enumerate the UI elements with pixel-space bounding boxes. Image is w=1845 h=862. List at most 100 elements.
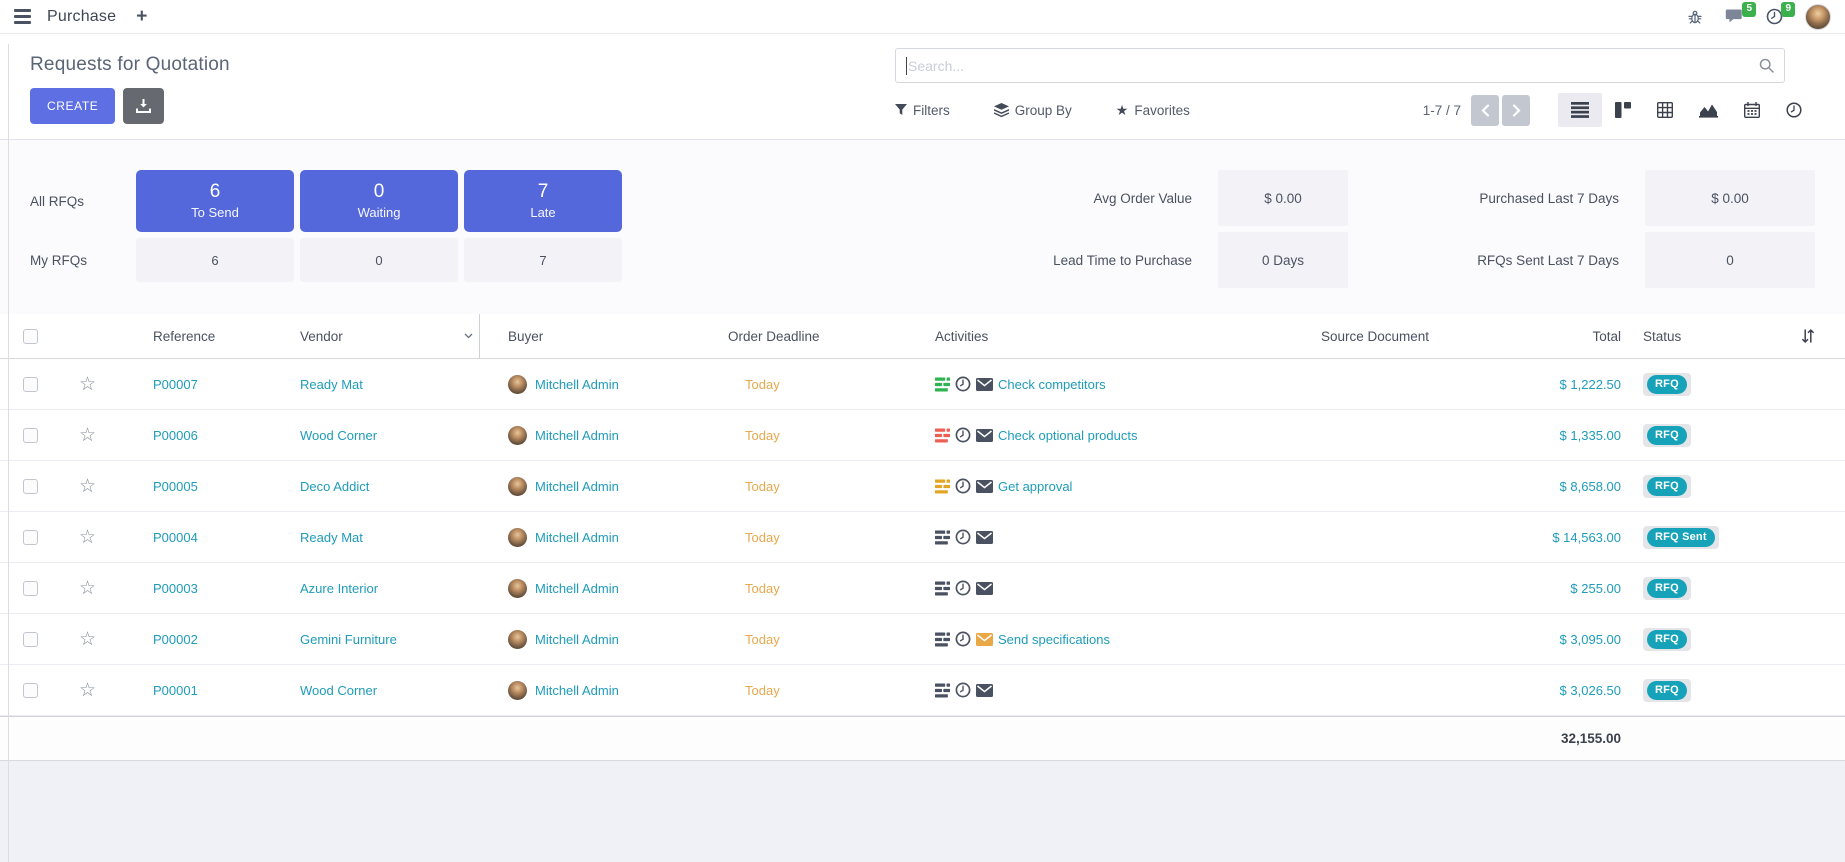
menu-icon[interactable] — [12, 7, 33, 26]
favorites-button[interactable]: ★ Favorites — [1116, 102, 1190, 119]
my-to-send-button[interactable]: 6 — [136, 238, 294, 282]
header-source-document[interactable]: Source Document — [1230, 329, 1520, 344]
late-button[interactable]: 7 Late — [464, 170, 622, 232]
order-deadline[interactable]: Today — [720, 581, 930, 596]
order-deadline[interactable]: Today — [720, 683, 930, 698]
to-send-button[interactable]: 6 To Send — [136, 170, 294, 232]
select-all-checkbox[interactable] — [23, 329, 38, 344]
table-row[interactable]: ☆ P00005 Deco Addict Mitchell Admin Toda… — [0, 461, 1845, 512]
row-checkbox[interactable] — [23, 581, 38, 596]
list-view-icon — [1571, 102, 1589, 118]
table-row[interactable]: ☆ P00002 Gemini Furniture Mitchell Admin… — [0, 614, 1845, 665]
table-row[interactable]: ☆ P00006 Wood Corner Mitchell Admin Toda… — [0, 410, 1845, 461]
vendor-link[interactable]: Wood Corner — [295, 683, 480, 698]
reference-link[interactable]: P00006 — [115, 428, 295, 443]
search-input[interactable] — [896, 49, 1784, 82]
favorite-star-icon[interactable]: ☆ — [79, 477, 96, 496]
reference-link[interactable]: P00005 — [115, 479, 295, 494]
kanban-view-button[interactable] — [1602, 93, 1644, 127]
activity-cell[interactable] — [930, 682, 1230, 698]
vendor-link[interactable]: Deco Addict — [295, 479, 480, 494]
order-deadline[interactable]: Today — [720, 428, 930, 443]
calendar-view-button[interactable] — [1731, 93, 1773, 127]
all-rfqs-filter[interactable]: All RFQs — [30, 170, 130, 232]
activity-cell[interactable]: Check competitors — [930, 376, 1230, 392]
reference-link[interactable]: P00001 — [115, 683, 295, 698]
row-checkbox[interactable] — [23, 377, 38, 392]
header-order-deadline[interactable]: Order Deadline — [720, 329, 930, 344]
export-button[interactable] — [123, 88, 164, 124]
add-icon[interactable]: + — [136, 7, 147, 26]
reference-link[interactable]: P00002 — [115, 632, 295, 647]
pager-previous-button[interactable] — [1471, 95, 1499, 126]
create-button[interactable]: CREATE — [30, 88, 115, 124]
vendor-link[interactable]: Wood Corner — [295, 428, 480, 443]
table-row[interactable]: ☆ P00007 Ready Mat Mitchell Admin Today — [0, 359, 1845, 410]
order-deadline[interactable]: Today — [720, 632, 930, 647]
header-buyer[interactable]: Buyer — [480, 329, 720, 344]
order-deadline[interactable]: Today — [720, 530, 930, 545]
vendor-link[interactable]: Gemini Furniture — [295, 632, 480, 647]
rfq-list: Reference Vendor Buyer Order Deadline Ac… — [0, 314, 1845, 761]
activities-clock-icon[interactable]: 9 — [1766, 8, 1783, 25]
header-reference[interactable]: Reference — [115, 329, 295, 344]
my-rfqs-filter[interactable]: My RFQs — [30, 238, 130, 282]
header-vendor[interactable]: Vendor — [295, 314, 480, 358]
buyer-cell[interactable]: Mitchell Admin — [480, 681, 720, 700]
user-avatar[interactable] — [1805, 4, 1831, 30]
activity-cell[interactable] — [930, 529, 1230, 545]
favorite-star-icon[interactable]: ☆ — [79, 681, 96, 700]
messages-icon[interactable]: 5 — [1725, 8, 1744, 25]
optional-columns-button[interactable] — [1770, 328, 1845, 344]
header-activities[interactable]: Activities — [930, 329, 1230, 344]
buyer-cell[interactable]: Mitchell Admin — [480, 426, 720, 445]
buyer-cell[interactable]: Mitchell Admin — [480, 630, 720, 649]
order-deadline[interactable]: Today — [720, 377, 930, 392]
favorite-star-icon[interactable]: ☆ — [79, 426, 96, 445]
table-row[interactable]: ☆ P00003 Azure Interior Mitchell Admin T… — [0, 563, 1845, 614]
pivot-view-button[interactable] — [1644, 93, 1686, 127]
activity-cell[interactable]: Send specifications — [930, 631, 1230, 647]
activity-cell[interactable]: Check optional products — [930, 427, 1230, 443]
reference-link[interactable]: P00007 — [115, 377, 295, 392]
vendor-link[interactable]: Ready Mat — [295, 530, 480, 545]
filters-button[interactable]: Filters — [895, 103, 950, 118]
list-view-button[interactable] — [1558, 93, 1602, 127]
activity-cell[interactable]: Get approval — [930, 478, 1230, 494]
app-name[interactable]: Purchase — [47, 8, 116, 26]
envelope-icon — [976, 480, 993, 493]
vendor-link[interactable]: Azure Interior — [295, 581, 480, 596]
row-checkbox[interactable] — [23, 530, 38, 545]
row-checkbox[interactable] — [23, 428, 38, 443]
debug-icon[interactable] — [1687, 9, 1703, 25]
my-waiting-button[interactable]: 0 — [300, 238, 458, 282]
vendor-link[interactable]: Ready Mat — [295, 377, 480, 392]
favorite-star-icon[interactable]: ☆ — [79, 630, 96, 649]
header-status[interactable]: Status — [1630, 329, 1770, 344]
activity-cell[interactable] — [930, 580, 1230, 596]
pager-next-button[interactable] — [1502, 95, 1530, 126]
favorite-star-icon[interactable]: ☆ — [79, 375, 96, 394]
search-icon[interactable] — [1759, 58, 1774, 73]
reference-link[interactable]: P00003 — [115, 581, 295, 596]
my-late-button[interactable]: 7 — [464, 238, 622, 282]
table-row[interactable]: ☆ P00001 Wood Corner Mitchell Admin Toda… — [0, 665, 1845, 716]
graph-view-button[interactable] — [1686, 94, 1731, 127]
group-by-button[interactable]: Group By — [994, 103, 1072, 118]
filter-funnel-icon — [895, 104, 907, 116]
row-checkbox[interactable] — [23, 479, 38, 494]
buyer-cell[interactable]: Mitchell Admin — [480, 375, 720, 394]
header-total[interactable]: Total — [1520, 329, 1630, 344]
row-checkbox[interactable] — [23, 683, 38, 698]
buyer-cell[interactable]: Mitchell Admin — [480, 579, 720, 598]
activity-view-button[interactable] — [1773, 93, 1815, 127]
order-deadline[interactable]: Today — [720, 479, 930, 494]
table-row[interactable]: ☆ P00004 Ready Mat Mitchell Admin Today — [0, 512, 1845, 563]
buyer-cell[interactable]: Mitchell Admin — [480, 477, 720, 496]
favorite-star-icon[interactable]: ☆ — [79, 528, 96, 547]
buyer-cell[interactable]: Mitchell Admin — [480, 528, 720, 547]
row-checkbox[interactable] — [23, 632, 38, 647]
reference-link[interactable]: P00004 — [115, 530, 295, 545]
favorite-star-icon[interactable]: ☆ — [79, 579, 96, 598]
waiting-button[interactable]: 0 Waiting — [300, 170, 458, 232]
